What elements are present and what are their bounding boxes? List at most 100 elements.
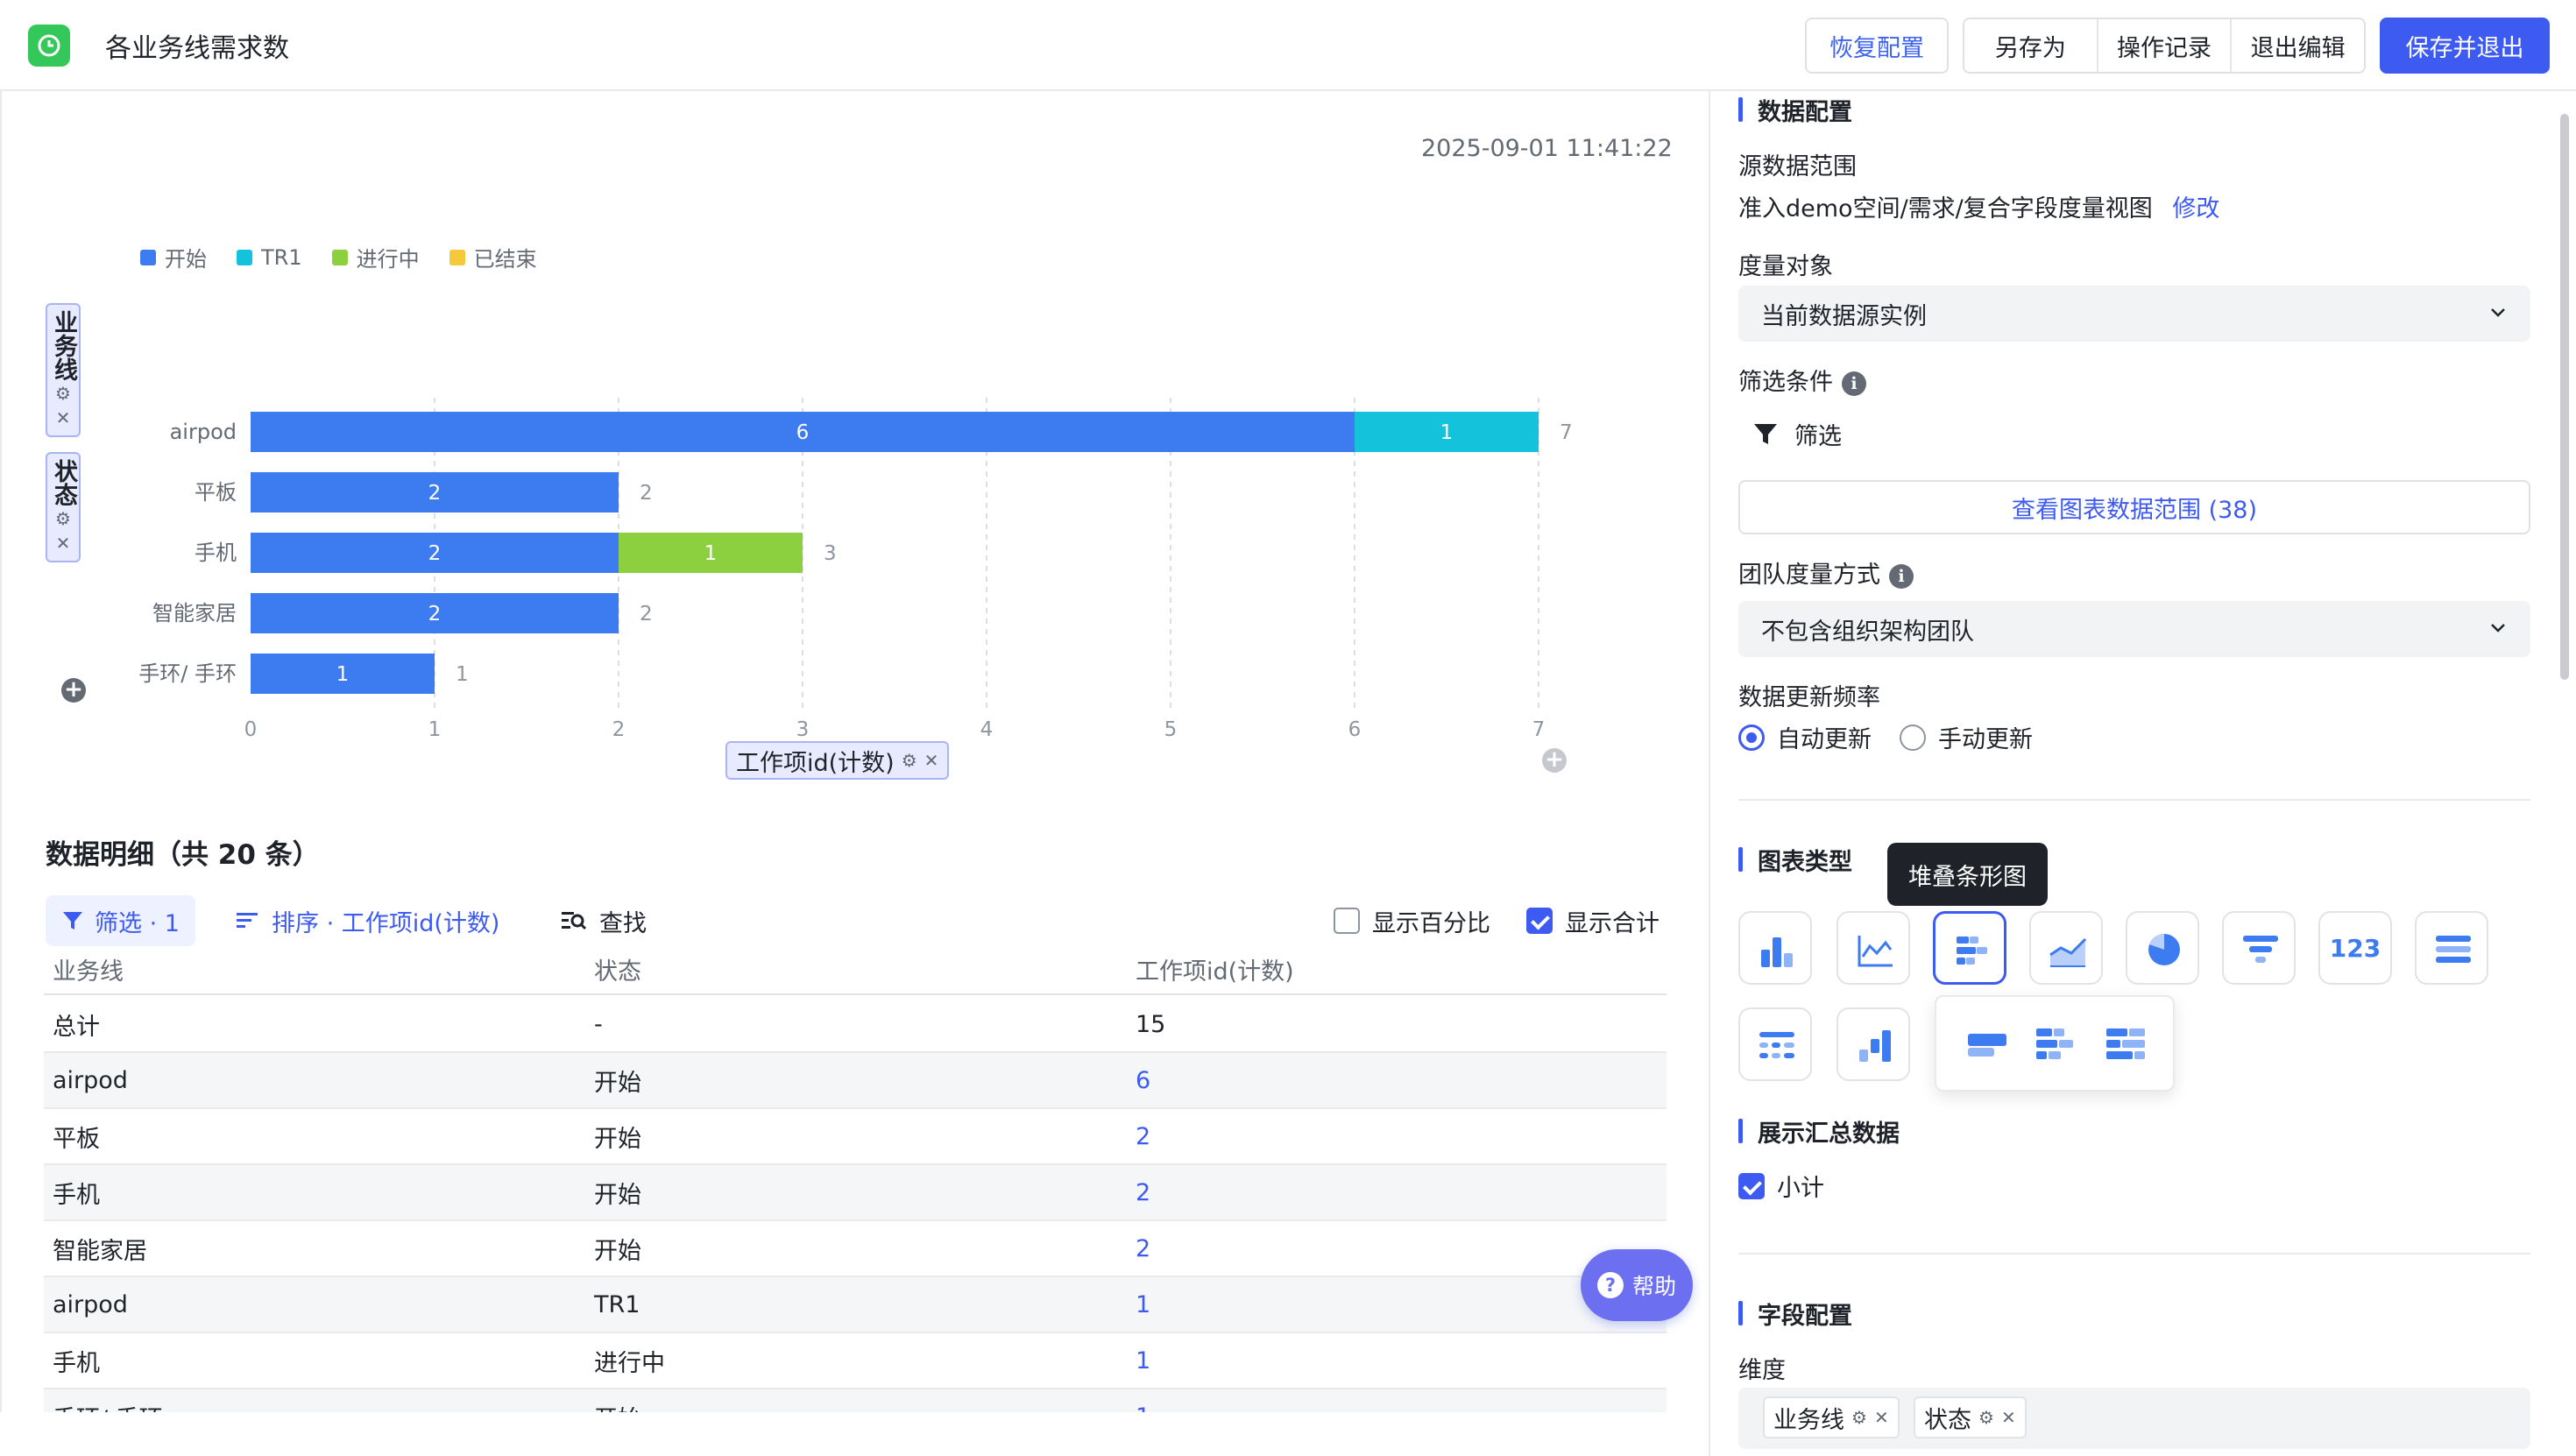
table-row[interactable]: 平板 开始 2 [44, 1109, 1667, 1165]
manual-update-option[interactable]: 手动更新 [1900, 720, 2033, 754]
exit-edit-button[interactable]: 退出编辑 [2232, 19, 2364, 72]
table-cell[interactable]: 6 [1136, 1053, 1150, 1107]
x-tick-label: 1 [428, 718, 442, 741]
table-row[interactable]: airpod 开始 6 [44, 1053, 1667, 1109]
show-total-checkbox[interactable] [1526, 908, 1553, 934]
gear-icon[interactable]: ⚙ [1851, 1407, 1867, 1428]
view-chart-range-button[interactable]: 查看图表数据范围 (38) [1738, 480, 2530, 534]
measure-pill[interactable]: 工作项id(计数) ⚙ ✕ [725, 741, 950, 780]
table-cell: 开始 [594, 1069, 641, 1097]
sort-button[interactable]: 排序 · 工作项id(计数) [235, 895, 499, 946]
dimension-chip-status[interactable]: 状态 ⚙ ✕ [1914, 1396, 2027, 1438]
table-clip-area [0, 1412, 1709, 1456]
history-button[interactable]: 操作记录 [2098, 19, 2233, 72]
waterfall-chart-icon[interactable] [1836, 1007, 1910, 1081]
table-cell: 手机 [53, 1349, 100, 1377]
x-tick-label: 3 [796, 718, 810, 741]
find-button[interactable]: 查找 [561, 895, 647, 946]
pivot-table-icon[interactable] [1738, 1007, 1812, 1081]
funnel-chart-icon[interactable] [2222, 911, 2296, 985]
pie-chart-icon[interactable] [2126, 911, 2199, 985]
gear-icon[interactable]: ⚙ [1978, 1407, 1994, 1428]
info-icon[interactable]: i [1842, 371, 1866, 396]
close-icon[interactable]: ✕ [924, 750, 939, 771]
bar-subtype-icon[interactable] [1966, 1023, 2008, 1065]
table-cell: airpod [53, 1290, 128, 1318]
config-scrollbar[interactable] [2560, 114, 2569, 680]
table-cell: 15 [1136, 1010, 1166, 1038]
area-chart-icon[interactable] [2029, 911, 2103, 985]
table-cell: 平板 [53, 1125, 100, 1153]
search-list-icon [562, 912, 587, 930]
dimension-chip-business-line[interactable]: 业务线 ⚙ ✕ [1763, 1396, 1900, 1438]
measure-pill-label: 工作项id(计数) [736, 749, 895, 777]
stacked-subtype-popover [1935, 995, 2175, 1092]
x-tick-label: 2 [612, 718, 626, 741]
close-icon[interactable]: ✕ [2001, 1407, 2016, 1428]
bar-total-label: 7 [1560, 421, 1573, 444]
divider [1738, 1253, 2530, 1255]
show-total-toggle[interactable]: 显示合计 [1526, 895, 1660, 946]
table-cell[interactable]: 1 [1136, 1277, 1150, 1332]
x-tick-label: 5 [1164, 718, 1178, 741]
bar-total-label: 2 [640, 482, 653, 505]
stacked-bar-chart-icon[interactable] [1933, 911, 2006, 985]
chevron-down-icon [2491, 308, 2505, 317]
edit-source-link[interactable]: 修改 [2172, 195, 2219, 223]
category-label: 手机 [195, 541, 237, 565]
filter-button[interactable]: 筛选 · 1 [46, 895, 195, 946]
table-cell[interactable]: 2 [1136, 1165, 1150, 1219]
clock-icon [28, 25, 70, 67]
manual-update-radio[interactable] [1900, 724, 1926, 751]
save-as-button[interactable]: 另存为 [1964, 19, 2098, 72]
subtotal-toggle[interactable]: 小计 [1738, 1169, 1824, 1203]
update-frequency-label: 数据更新频率 [1738, 684, 1880, 711]
number-card-icon[interactable]: 123 [2318, 911, 2392, 985]
info-icon[interactable]: i [1889, 563, 1914, 589]
bar-total-label: 2 [640, 603, 653, 626]
close-icon[interactable]: ✕ [1874, 1407, 1889, 1428]
auto-update-radio[interactable] [1738, 724, 1765, 751]
table-row[interactable]: 手机 开始 2 [44, 1165, 1667, 1221]
dimension-chip-label: 业务线 [1773, 1406, 1844, 1434]
filter-config-button[interactable]: 筛选 [1752, 417, 1842, 451]
save-and-exit-button[interactable]: 保存并退出 [2380, 18, 2550, 74]
header-button-group: 另存为 操作记录 退出编辑 [1963, 18, 2366, 74]
table-icon[interactable] [2415, 911, 2488, 985]
table-row[interactable]: 智能家居 开始 2 [44, 1221, 1667, 1277]
add-measure-icon[interactable]: + [1542, 748, 1567, 773]
line-chart-icon[interactable] [1836, 911, 1910, 985]
column-header[interactable]: 业务线 [53, 944, 124, 993]
subtotal-checkbox[interactable] [1738, 1172, 1765, 1199]
summary-heading: 展示汇总数据 [1738, 1114, 1900, 1149]
table-total-row[interactable]: 总计 - 15 [44, 997, 1667, 1053]
table-cell[interactable]: 2 [1136, 1221, 1150, 1276]
column-header[interactable]: 状态 [594, 944, 641, 993]
sort-button-label: 排序 · 工作项id(计数) [272, 909, 500, 937]
percent-stacked-subtype-icon[interactable] [2105, 1023, 2147, 1065]
table-cell[interactable]: 2 [1136, 1109, 1150, 1163]
table-row[interactable]: airpod TR1 1 [44, 1277, 1667, 1333]
table-cell: 开始 [594, 1181, 641, 1209]
filter-icon [1754, 423, 1777, 444]
field-config-heading: 字段配置 [1738, 1297, 1852, 1331]
table-cell: 智能家居 [53, 1237, 147, 1265]
add-dimension-icon[interactable]: + [61, 678, 86, 703]
table-cell: 进行中 [594, 1349, 665, 1377]
restore-config-button[interactable]: 恢复配置 [1805, 18, 1949, 74]
detail-toolbar: 筛选 · 1 排序 · 工作项id(计数) 查找 显示百分比 显示合计 [46, 895, 1668, 946]
team-measure-select[interactable]: 不包含组织架构团队 [1738, 601, 2530, 657]
stacked-subtype-icon[interactable] [2035, 1023, 2077, 1065]
table-cell[interactable]: 1 [1136, 1333, 1150, 1388]
auto-update-option[interactable]: 自动更新 [1738, 720, 1872, 754]
column-header[interactable]: 工作项id(计数) [1136, 944, 1294, 993]
column-chart-icon[interactable] [1738, 911, 1812, 985]
show-percent-checkbox[interactable] [1334, 908, 1360, 934]
find-button-label: 查找 [599, 909, 647, 937]
measure-object-select[interactable]: 当前数据源实例 [1738, 286, 2530, 342]
gear-icon[interactable]: ⚙ [902, 750, 917, 771]
help-button[interactable]: ? 帮助 [1581, 1249, 1693, 1321]
manual-update-label: 手动更新 [1938, 726, 2033, 753]
show-percent-toggle[interactable]: 显示百分比 [1334, 895, 1490, 946]
table-row[interactable]: 手机 进行中 1 [44, 1333, 1667, 1389]
